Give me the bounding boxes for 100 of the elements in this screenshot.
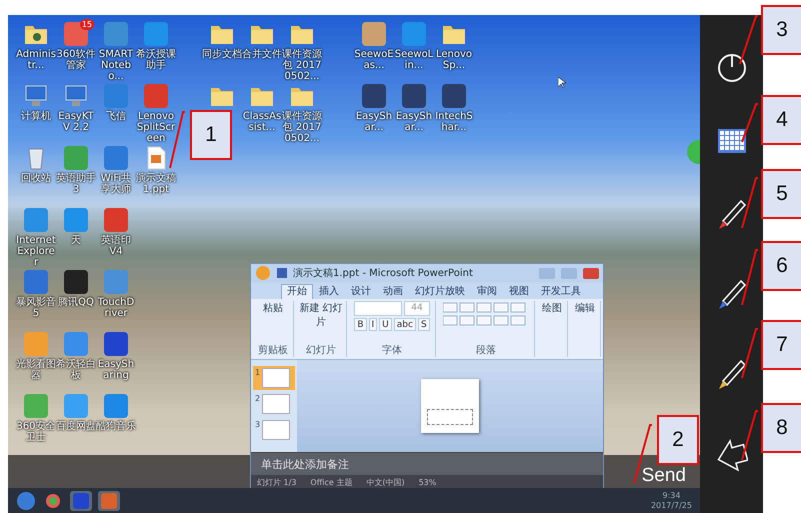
slide-canvas[interactable] xyxy=(421,379,479,433)
clock-date: 2017/7/25 xyxy=(650,500,692,510)
icon-label: 光影看图器 xyxy=(16,359,56,381)
slide-thumbnail[interactable]: 1 xyxy=(253,366,295,390)
icon-label: TouchDriver xyxy=(96,297,136,319)
icon-label: 希沃轻白板 xyxy=(56,359,96,381)
icon-label: 360软件管家 xyxy=(56,49,96,71)
icon-label: EasyShar... xyxy=(354,111,394,133)
icon-label: 合并文件 xyxy=(242,49,282,60)
icon-label: 天 xyxy=(70,235,82,246)
clock-time: 9:34 xyxy=(662,490,680,500)
app-icon[interactable] xyxy=(441,83,467,109)
window-title: 演示文稿1.ppt - Microsoft PowerPoint xyxy=(293,266,474,280)
send-label[interactable]: Send xyxy=(642,464,686,488)
app-icon[interactable] xyxy=(103,331,129,357)
icon-label: 腾讯QQ xyxy=(57,297,95,308)
app-icon[interactable] xyxy=(361,21,387,47)
font-name-field[interactable] xyxy=(354,301,402,316)
monitor-icon[interactable] xyxy=(63,83,89,109)
app-icon[interactable] xyxy=(401,83,427,109)
icon-label: SMART Notebo... xyxy=(98,49,134,82)
count-badge: 15 xyxy=(80,19,94,30)
icon-label: IntechShar... xyxy=(434,111,474,133)
draw-button[interactable]: 绘图 xyxy=(542,301,562,315)
icon-label: 计算机 xyxy=(20,111,52,122)
leader-line xyxy=(740,176,758,230)
cursor-icon xyxy=(558,77,566,89)
leader-line xyxy=(738,14,758,66)
ribbon-tab[interactable]: 插入 xyxy=(313,284,345,299)
leader-line xyxy=(740,327,758,380)
callout-box: 2 xyxy=(657,415,699,465)
leader-line xyxy=(740,248,758,307)
group-label: 字体 xyxy=(381,344,403,357)
icon-label: EasySharing xyxy=(96,359,136,381)
icon-label: 希沃授课助手 xyxy=(136,49,176,71)
callout-box: 1 xyxy=(190,110,232,160)
paste-button[interactable]: 粘贴 xyxy=(263,301,283,315)
icon-label: EasyShar... xyxy=(394,111,434,133)
ribbon-tab[interactable]: 设计 xyxy=(345,284,377,299)
ribbon-tab[interactable]: 视图 xyxy=(503,284,535,299)
powerpoint-app-icon[interactable] xyxy=(98,490,120,510)
icon-label: 课件资源包 20170502... xyxy=(282,49,322,82)
app-icon[interactable] xyxy=(361,83,387,109)
callout-box: 4 xyxy=(761,95,801,145)
leader-line xyxy=(740,409,758,462)
sharing-app-icon[interactable] xyxy=(70,490,92,510)
icon-label: EasyKTV 2.2 xyxy=(57,111,95,133)
monitor-icon[interactable] xyxy=(23,83,49,109)
icon-label: 回收站 xyxy=(20,173,52,184)
status-text: 幻灯片 1/3 xyxy=(257,476,296,488)
icon-label: 百度网盘 xyxy=(56,421,96,432)
icon-label: LenovoSp... xyxy=(434,49,474,71)
status-text: 53% xyxy=(418,478,436,486)
icon-label: 英语印 V4 xyxy=(100,235,132,257)
format-button[interactable]: abc xyxy=(394,318,416,331)
icon-label: ClassAssist... xyxy=(242,111,282,133)
icon-label: WiFi共享大师 xyxy=(100,173,132,195)
group-label: 剪贴板 xyxy=(257,344,289,357)
icon-label: 酷狗音乐 xyxy=(96,421,136,432)
start-button-icon[interactable] xyxy=(16,490,36,510)
app-icon[interactable] xyxy=(103,393,129,419)
icon-label: Lenovo SplitScreen xyxy=(136,111,176,144)
icon-label: SeewoLin... xyxy=(394,49,434,71)
power-icon[interactable] xyxy=(716,53,746,83)
close-button[interactable] xyxy=(583,268,599,278)
ribbon-tab[interactable]: 动画 xyxy=(377,284,409,299)
app-icon[interactable] xyxy=(63,269,89,295)
callout-box: 3 xyxy=(761,5,801,55)
ribbon-tab[interactable]: 开始 xyxy=(281,284,313,299)
leader-line xyxy=(740,102,758,144)
edit-button[interactable]: 编辑 xyxy=(575,301,595,315)
format-button[interactable]: B xyxy=(354,318,367,331)
icon-label: Administr... xyxy=(16,49,56,71)
icon-label: 飞信 xyxy=(105,111,127,122)
callout-box: 7 xyxy=(761,320,801,370)
ribbon-tab[interactable]: 幻灯片放映 xyxy=(409,284,471,299)
icon-label: 课件资源包 20170502... xyxy=(282,111,322,144)
back-arrow-icon[interactable] xyxy=(716,439,748,473)
icon-label: 英语助手 3 xyxy=(56,173,96,195)
format-button[interactable]: S xyxy=(418,318,430,331)
keyboard-icon[interactable] xyxy=(718,129,746,153)
callout-box: 6 xyxy=(761,241,801,291)
callout-box: 5 xyxy=(761,169,801,219)
format-button[interactable]: U xyxy=(379,318,392,331)
icon-label: Internet Explorer xyxy=(16,235,56,268)
status-text: Office 主题 xyxy=(310,476,352,488)
group-label: 幻灯片 xyxy=(305,344,337,357)
ribbon-tab[interactable]: 开发工具 xyxy=(535,284,587,299)
new-slide-button[interactable]: 新建 幻灯片 xyxy=(296,301,346,329)
icon-label: SeewoEas... xyxy=(354,49,394,71)
group-label: 段落 xyxy=(475,344,497,357)
icon-label: 360安全卫士 xyxy=(16,421,56,443)
ribbon-tab[interactable]: 审阅 xyxy=(471,284,503,299)
app-icon[interactable] xyxy=(103,207,129,233)
notes-placeholder[interactable]: 单击此处添加备注 xyxy=(261,456,349,472)
icon-label: 演示文稿1.ppt xyxy=(136,173,176,195)
icon-label: 暴风影音5 xyxy=(16,297,56,319)
format-button[interactable]: I xyxy=(368,318,378,331)
status-text: 中文(中国) xyxy=(366,476,405,488)
callout-box: 8 xyxy=(761,403,801,453)
